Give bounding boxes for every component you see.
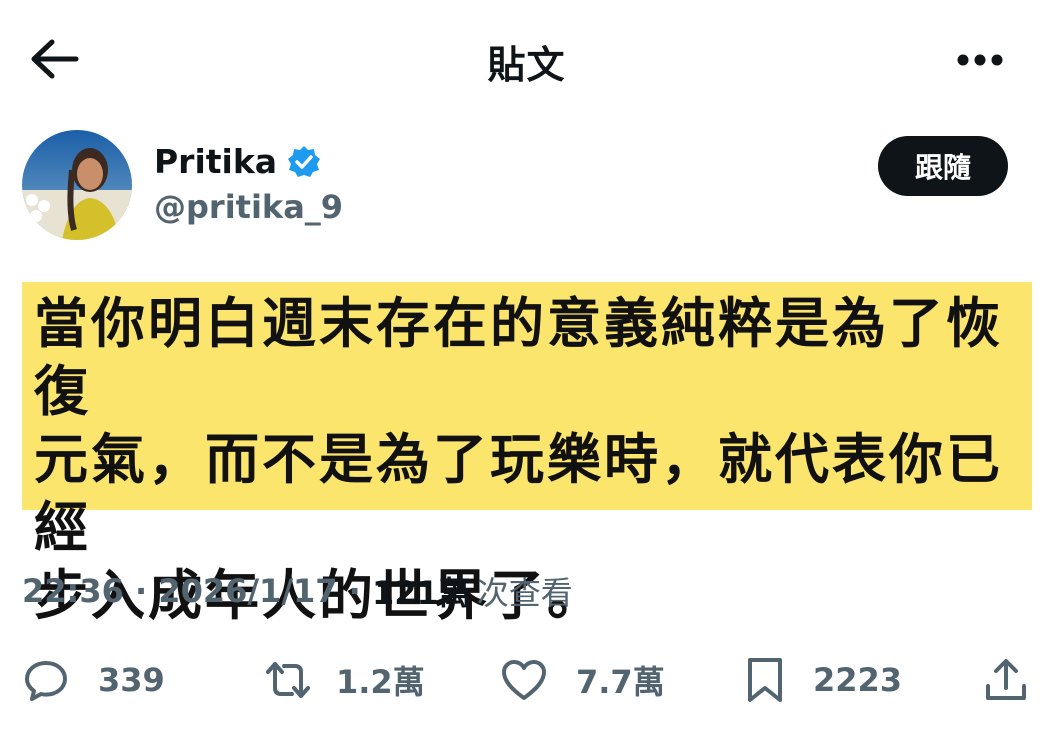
reply-count: 339 [98,661,165,699]
view-count-label: 次查看 [476,574,573,612]
meta-separator: · [123,572,159,610]
repost-count: 1.2萬 [336,663,425,701]
like-button[interactable]: 7.7萬 [500,640,665,720]
reply-icon [25,661,67,701]
author-row: Pritika @pritika_9 跟隨 [22,130,1022,245]
bookmark-count: 2223 [813,661,903,699]
more-icon [957,54,1003,66]
post-meta: 22:36 · 2026/1/17 · 121萬 次查看 [22,568,573,614]
post-text-line-1: 當你明白週末存在的意義純粹是為了恢復 [34,292,1003,423]
post-date[interactable]: 2026/1/17 [158,572,337,610]
repost-icon [266,662,310,698]
repost-button[interactable]: 1.2萬 [262,640,425,720]
reply-button[interactable]: 339 [22,640,165,720]
bookmark-icon [748,658,782,702]
post-image[interactable]: 當你明白週末存在的意義純粹是為了恢復 元氣，而不是為了玩樂時，就代表你已經 步入… [22,282,1032,627]
view-count: 121萬 [371,574,471,612]
share-icon [986,659,1026,700]
verified-badge-icon [288,145,321,177]
avatar-image [22,130,132,240]
page-title: 貼文 [487,43,566,87]
post-text-line-2: 元氣，而不是為了玩樂時，就代表你已經 [34,428,1003,559]
display-name-text: Pritika [154,142,278,181]
top-bar: 貼文 [0,0,1053,120]
like-icon [502,660,546,700]
avatar[interactable] [22,130,132,240]
meta-separator: · [337,572,372,610]
action-bar: 339 1.2萬 7.7萬 2223 [0,640,1053,720]
share-button[interactable] [982,640,1030,720]
more-options-button[interactable] [953,40,1007,80]
follow-button[interactable]: 跟隨 [878,136,1008,196]
like-count: 7.7萬 [576,663,665,701]
post-time[interactable]: 22:36 [22,572,124,610]
author-name[interactable]: Pritika [154,142,321,181]
bookmark-button[interactable]: 2223 [745,640,902,720]
author-handle[interactable]: @pritika_9 [154,188,343,226]
